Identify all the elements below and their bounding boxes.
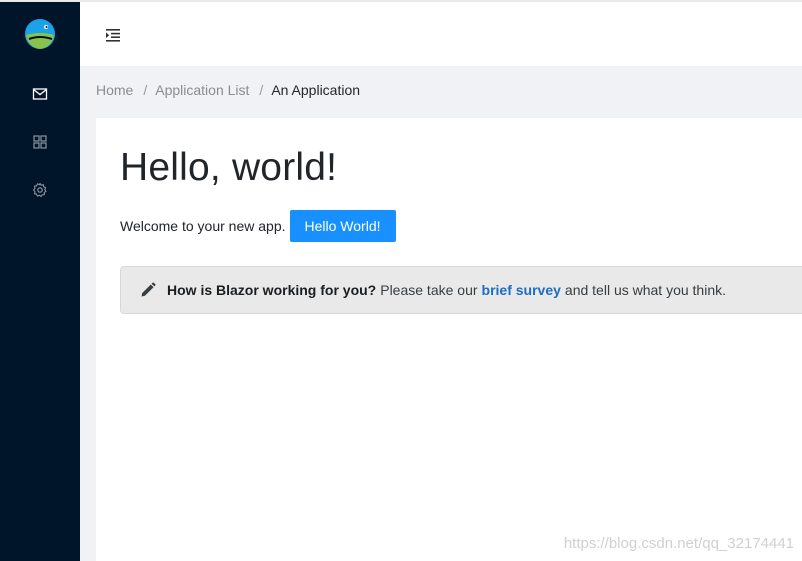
- welcome-text: Welcome to your new app.: [120, 218, 286, 234]
- survey-alert: How is Blazor working for you? Please ta…: [120, 266, 802, 314]
- main-panel: Hello, world! Welcome to your new app. H…: [96, 118, 802, 561]
- sidebar-item-apps[interactable]: [28, 130, 52, 154]
- menu-toggle-button[interactable]: [104, 26, 122, 44]
- alert-text-after-link: and tell us what you think.: [564, 282, 727, 298]
- brief-survey-link[interactable]: brief survey: [482, 282, 561, 298]
- mail-icon: [32, 88, 48, 100]
- breadcrumb-separator: /: [143, 82, 148, 98]
- hello-world-button[interactable]: Hello World!: [289, 210, 396, 242]
- breadcrumb-separator: /: [259, 82, 264, 98]
- welcome-row: Welcome to your new app. Hello World!: [120, 210, 396, 242]
- page-title: Hello, world!: [120, 146, 338, 189]
- sidebar: [0, 2, 80, 561]
- breadcrumb-current: An Application: [271, 82, 361, 98]
- watermark: https://blog.csdn.net/qq_32174441: [563, 535, 794, 552]
- breadcrumb-application-list[interactable]: Application List: [155, 82, 249, 98]
- gear-icon: [33, 182, 47, 198]
- menu-fold-icon: [106, 29, 120, 42]
- sidebar-item-mail[interactable]: [28, 82, 52, 106]
- breadcrumb: Home / Application List / An Application: [96, 80, 360, 100]
- alert-bold-text: How is Blazor working for you?: [167, 282, 377, 298]
- top-header: [80, 2, 802, 66]
- appstore-icon: [33, 135, 47, 149]
- alert-text-before-link: Please take our: [380, 282, 478, 298]
- fish-logo-icon: [24, 18, 56, 50]
- breadcrumb-home[interactable]: Home: [96, 82, 133, 98]
- sidebar-item-settings[interactable]: [28, 178, 52, 202]
- pencil-icon: [141, 282, 156, 297]
